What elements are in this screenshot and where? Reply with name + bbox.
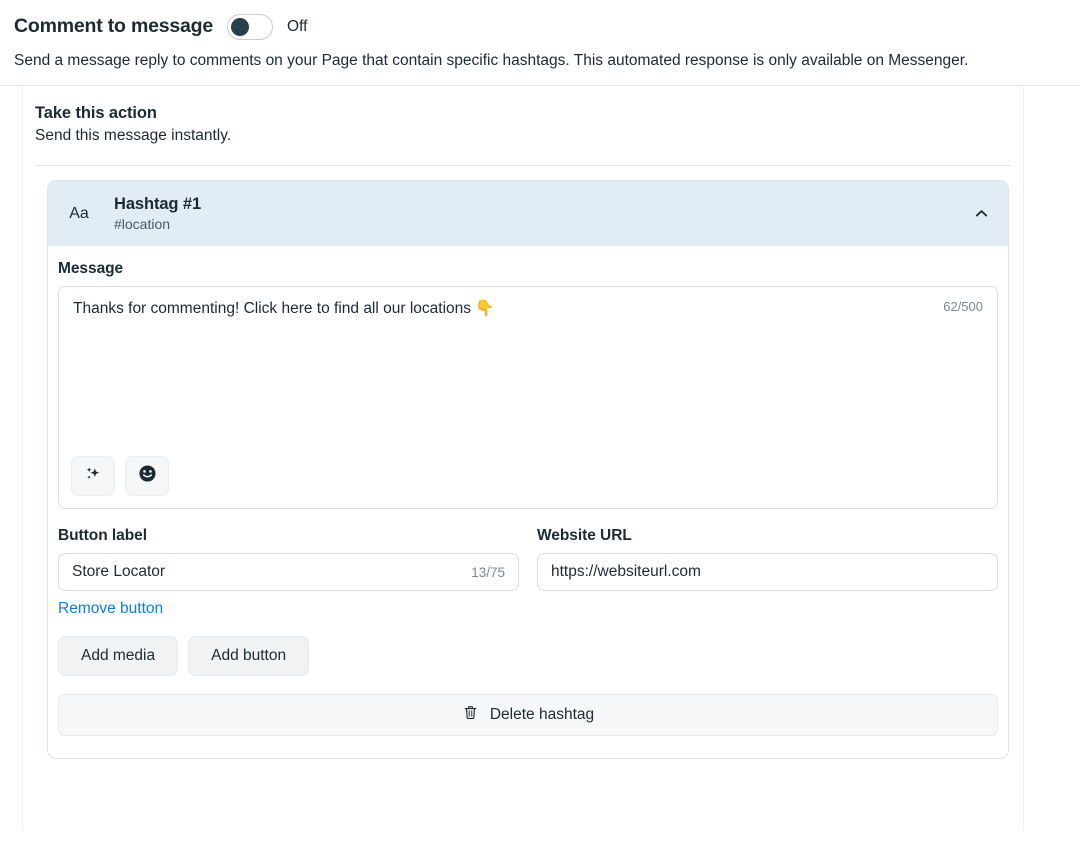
hashtag-card-meta: Hashtag #1 #location [114,195,948,232]
trash-icon [462,704,479,726]
take-this-action-subtitle: Send this message instantly. [35,127,232,145]
button-label-label: Button label [58,527,147,545]
message-toolbar [71,456,169,497]
add-actions-row: Add media Add button [58,636,998,677]
delete-hashtag-button[interactable]: Delete hashtag [58,694,998,737]
chevron-up-icon[interactable] [970,203,992,225]
hashtag-card: Aa Hashtag #1 #location Message Thanks f… [47,180,1009,760]
hashtag-card-body: Message Thanks for commenting! Click her… [58,246,998,747]
emoji-picker-button[interactable] [125,456,169,497]
website-url-label: Website URL [537,527,632,545]
toggle-knob [230,17,249,36]
button-label-counter: 13/75 [471,564,505,580]
button-url-row: Button label Store Locator 13/75 Remove … [58,527,998,618]
take-this-action-section: Take this action Send this message insta… [33,104,1013,145]
message-text-value: Thanks for commenting! Click here to fin… [73,300,495,318]
hashtag-card-name: Hashtag #1 [114,195,202,214]
website-url-value: https://websiteurl.com [551,563,701,581]
main-content-panel: Take this action Send this message insta… [22,86,1024,832]
page-title: Comment to message [14,15,214,38]
message-char-counter: 62/500 [943,299,983,315]
ai-sparkle-icon [83,464,103,489]
delete-hashtag-label: Delete hashtag [489,706,595,724]
button-label-column: Button label Store Locator 13/75 Remove … [58,527,519,618]
toggle-state-label: Off [287,18,308,35]
ai-sparkle-button[interactable] [71,456,115,497]
title-row: Comment to message Off [14,12,1066,42]
website-url-input[interactable]: https://websiteurl.com [537,553,998,592]
text-format-icon: Aa [69,204,89,222]
website-url-column: Website URL https://websiteurl.com [537,527,998,618]
message-textarea[interactable]: Thanks for commenting! Click here to fin… [58,286,998,510]
add-media-button[interactable]: Add media [58,636,179,677]
message-label: Message [58,260,124,278]
emoji-icon [137,463,158,489]
feature-description: Send a message reply to comments on your… [14,52,969,69]
hashtag-card-tag: #location [114,216,171,233]
remove-button-link[interactable]: Remove button [58,600,163,618]
hashtag-card-header[interactable]: Aa Hashtag #1 #location [48,181,1008,247]
add-button-button[interactable]: Add button [188,636,310,677]
section-divider [35,165,1011,167]
feature-toggle-switch[interactable] [227,14,274,40]
feature-header: Comment to message Off Send a message re… [0,0,1080,87]
button-label-input[interactable]: Store Locator 13/75 [58,553,519,592]
take-this-action-title: Take this action [35,104,157,123]
button-label-value: Store Locator [72,563,166,581]
